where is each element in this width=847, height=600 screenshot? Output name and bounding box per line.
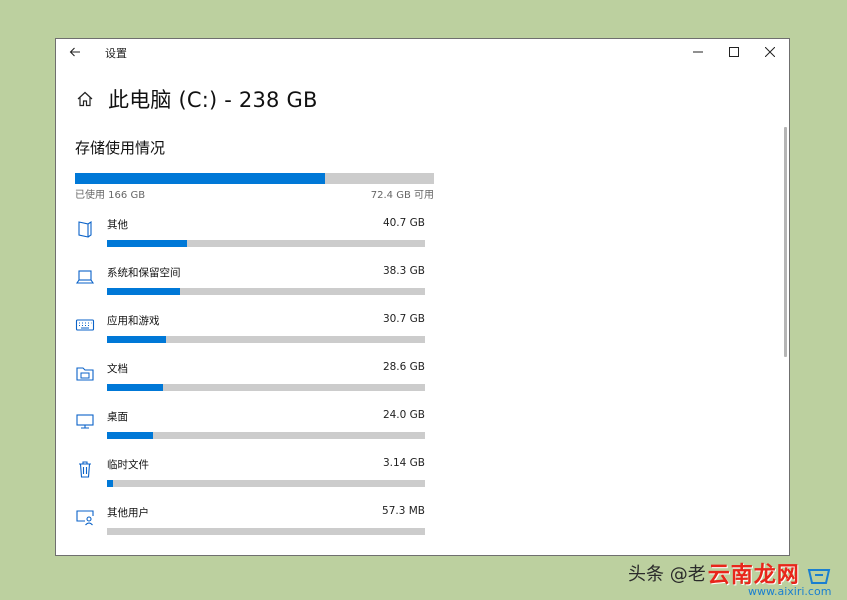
category-item[interactable]: 其他 40.7 GB <box>56 209 456 257</box>
category-item[interactable]: 文档 28.6 GB <box>56 353 456 401</box>
total-usage-fill <box>75 173 326 184</box>
close-button[interactable] <box>752 39 788 65</box>
category-bar-fill <box>107 384 163 391</box>
keyboard-icon <box>75 319 95 331</box>
category-bar-fill <box>107 480 114 487</box>
category-size: 40.7 GB <box>382 217 425 229</box>
back-button[interactable] <box>64 41 86 63</box>
storage-usage-heading: 存储使用情况 <box>75 139 166 157</box>
monitor-icon <box>76 414 94 429</box>
category-item[interactable]: 其他用户 57.3 MB <box>56 497 456 545</box>
window-title: 设置 <box>105 47 127 60</box>
user-monitor-icon <box>76 510 94 526</box>
category-bar-fill <box>107 288 181 295</box>
minimize-icon <box>693 51 703 53</box>
category-bar <box>107 384 425 391</box>
close-icon <box>765 47 775 57</box>
category-item[interactable]: 应用和游戏 30.7 GB <box>56 305 456 353</box>
document-icon <box>78 220 92 238</box>
total-usage-bar <box>75 173 434 184</box>
category-bar <box>107 240 425 247</box>
category-item[interactable]: 临时文件 3.14 GB <box>56 449 456 497</box>
trash-icon <box>79 461 91 478</box>
folder-icon <box>76 367 94 381</box>
category-bar-fill <box>107 336 166 343</box>
category-size: 30.7 GB <box>382 313 425 325</box>
maximize-icon <box>729 47 739 57</box>
watermark-url: www.aixiri.com <box>748 585 832 598</box>
minimize-button[interactable] <box>680 39 716 65</box>
category-bar <box>107 480 425 487</box>
category-size: 57.3 MB <box>382 505 425 517</box>
laptop-icon <box>75 270 95 284</box>
category-bar-fill <box>107 432 154 439</box>
title-bar: 设置 <box>56 39 789 67</box>
category-size: 38.3 GB <box>382 265 425 277</box>
category-bar <box>107 432 425 439</box>
category-bar <box>107 288 425 295</box>
category-bar <box>107 336 425 343</box>
free-space-label: 72.4 GB 可用 <box>370 190 434 201</box>
maximize-button[interactable] <box>716 39 752 65</box>
home-icon[interactable] <box>76 90 94 108</box>
watermark-logo-icon <box>807 569 831 584</box>
back-arrow-icon <box>69 47 80 57</box>
page-header: 此电脑 (C:) - 238 GB <box>76 84 318 114</box>
watermark-prefix: 头条 @老 <box>628 564 706 585</box>
category-size: 28.6 GB <box>382 361 425 373</box>
category-size: 3.14 GB <box>382 457 425 469</box>
category-item[interactable]: 系统和保留空间 38.3 GB <box>56 257 456 305</box>
watermark: 头条 @老 云南龙网 <box>628 558 800 588</box>
settings-window: 设置 此电脑 (C:) - 238 GB 存储使用情况 已使用 166 GB 7… <box>55 38 790 556</box>
category-item[interactable]: 桌面 24.0 GB <box>56 401 456 449</box>
category-size: 24.0 GB <box>382 409 425 421</box>
category-bar-fill <box>107 240 187 247</box>
category-bar <box>107 528 425 535</box>
page-title: 此电脑 (C:) - 238 GB <box>108 88 318 112</box>
scrollbar-thumb[interactable] <box>784 127 787 357</box>
